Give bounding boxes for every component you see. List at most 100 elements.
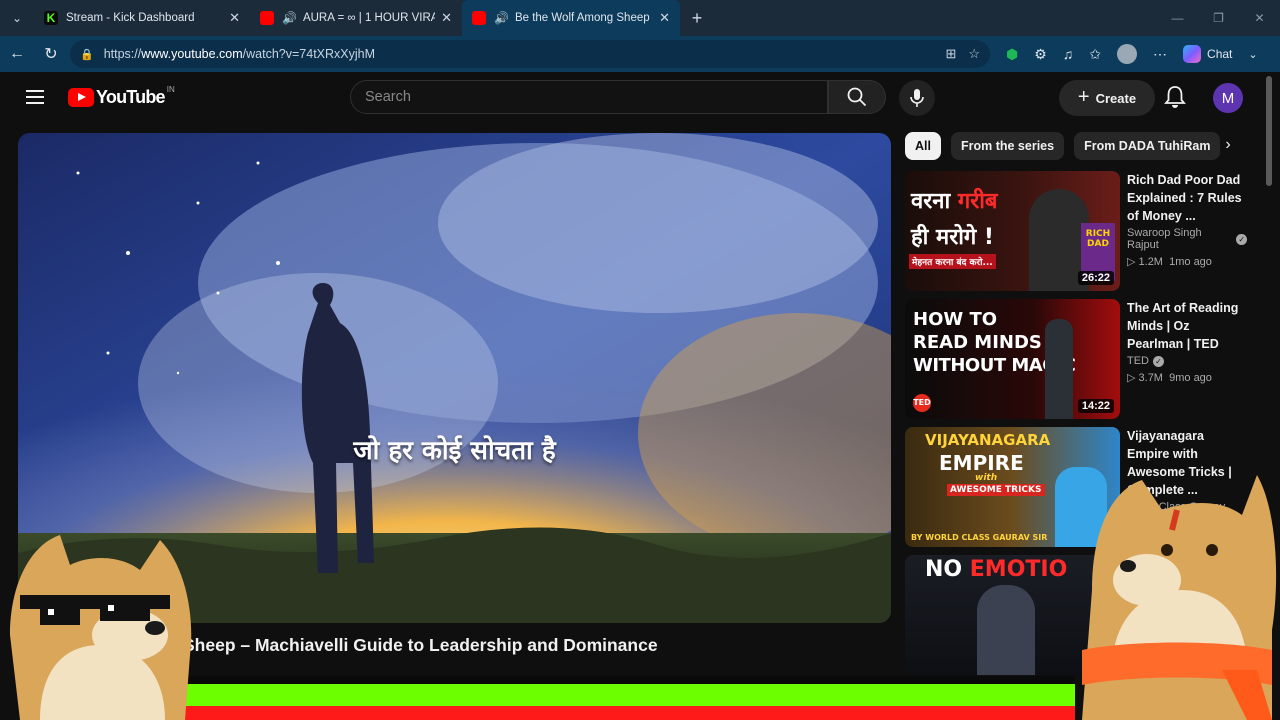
- chip-from-the-series[interactable]: From the series: [950, 132, 1065, 160]
- search-button[interactable]: [828, 80, 886, 114]
- verified-badge-icon: ✓: [1236, 233, 1247, 245]
- url-site: www.youtube.com: [141, 47, 243, 61]
- thumbnail-text: ही मरोगे !: [911, 225, 994, 250]
- thumbnail-text: NO EMOTIO: [925, 557, 1067, 582]
- video-thumbnail[interactable]: वरना गरीब ही मरोगे ! मेहनत करना बंद करो.…: [905, 171, 1120, 291]
- upload-age: 9mo ago: [1169, 372, 1212, 384]
- tab-close-icon[interactable]: ✕: [653, 10, 670, 26]
- window-controls: — ❐ ✕: [1157, 0, 1280, 36]
- thumbnail-text: EMPIRE: [939, 451, 1024, 475]
- related-video-title[interactable]: Rich Dad Poor Dad Explained : 7 Rules of…: [1127, 171, 1247, 225]
- ted-badge: TED: [913, 394, 931, 412]
- lock-icon[interactable]: 🔒: [80, 48, 94, 61]
- notifications-bell-icon[interactable]: [1164, 85, 1186, 114]
- favorites-icon[interactable]: ✩: [1089, 46, 1101, 63]
- minimize-icon[interactable]: —: [1157, 0, 1198, 36]
- verified-badge-icon: ✓: [1153, 355, 1164, 367]
- youtube-favicon-icon: [472, 11, 486, 25]
- thumbnail-text: HOW TO: [913, 309, 998, 330]
- browser-tab-aura[interactable]: 🔊 AURA = ∞ | 1 HOUR VIRAL A ✕: [250, 0, 462, 36]
- related-video[interactable]: HOW TO READ MINDS WITHOUT MAGIC TED 14:2…: [905, 299, 1245, 419]
- chevron-down-icon[interactable]: ⌄: [1248, 48, 1257, 61]
- search-icon: [847, 87, 867, 107]
- thumbnail-text-line: वरना: [911, 189, 958, 214]
- chip-all[interactable]: All: [905, 132, 941, 160]
- chip-from-dada-tuhiram[interactable]: From DADA TuhiRam: [1074, 132, 1221, 160]
- thumbnail-text-highlight: गरीब: [957, 189, 998, 214]
- youtube-play-icon: [68, 88, 94, 107]
- video-thumbnail[interactable]: HOW TO READ MINDS WITHOUT MAGIC TED 14:2…: [905, 299, 1120, 419]
- copilot-chat-button[interactable]: Chat: [1183, 45, 1232, 63]
- copilot-icon: [1183, 45, 1202, 63]
- speaker-icon[interactable]: 🔊: [494, 11, 509, 25]
- browser-tab-bar: ⌄ K Stream - Kick Dashboard ✕ 🔊 AURA = ∞…: [0, 0, 1280, 36]
- url-path: /watch?v=74tXRxXyjhM: [242, 47, 376, 61]
- thumbnail-text: with: [975, 473, 998, 483]
- thumbnail-text: VIJAYANAGARA: [925, 431, 1051, 449]
- menu-icon[interactable]: [26, 90, 44, 108]
- search-input[interactable]: [351, 81, 827, 113]
- thumbnail-text: मेहनत करना बंद करो...: [909, 254, 996, 269]
- channel-name[interactable]: TED: [1127, 355, 1149, 367]
- create-button[interactable]: + Create: [1059, 80, 1155, 116]
- view-count: 3.7M: [1138, 372, 1163, 384]
- overlay-red-stripe: [182, 706, 1075, 720]
- country-code: IN: [166, 85, 175, 94]
- video-meta: ▷ 1.2M 1mo ago: [1127, 256, 1212, 268]
- youtube-logo[interactable]: YouTube IN: [68, 85, 175, 108]
- back-button[interactable]: ←: [0, 45, 34, 63]
- page-scrollbar[interactable]: [1266, 76, 1272, 186]
- tab-title: Stream - Kick Dashboard: [66, 12, 195, 24]
- url-prefix: https://: [103, 47, 142, 61]
- microphone-icon: [910, 89, 924, 107]
- plus-icon: +: [1077, 85, 1090, 108]
- video-duration: 14:22: [1077, 399, 1114, 413]
- profile-icon[interactable]: [1117, 44, 1138, 64]
- thumbnail-text: वरना गरीब: [911, 185, 997, 215]
- related-video[interactable]: वरना गरीब ही मरोगे ! मेहनत करना बंद करो.…: [905, 171, 1247, 291]
- kick-favicon-icon: K: [44, 11, 58, 25]
- youtube-favicon-icon: [260, 11, 274, 25]
- search-box: [350, 80, 828, 114]
- avatar[interactable]: M: [1213, 83, 1243, 113]
- address-bar[interactable]: 🔒 https://www.youtube.com/watch?v=74tXRx…: [70, 40, 990, 68]
- close-window-icon[interactable]: ✕: [1239, 0, 1280, 36]
- video-duration: 26:22: [1077, 271, 1114, 285]
- create-label: Create: [1095, 90, 1137, 106]
- doge-scarf-sticker: [1082, 475, 1277, 720]
- video-subtitle: जो हर कोई सोचता है: [353, 436, 556, 466]
- extensions-icon[interactable]: ⚙: [1034, 46, 1047, 63]
- thumbnail-text-highlight: EMOTIO: [969, 557, 1068, 582]
- tab-close-icon[interactable]: ✕: [223, 10, 240, 26]
- favorite-star-icon[interactable]: ☆: [968, 46, 980, 62]
- overlay-green-stripe: [182, 684, 1075, 706]
- video-meta: ▷ 3.7M 9mo ago: [1127, 372, 1212, 384]
- upload-age: 1mo ago: [1169, 256, 1212, 268]
- browser-tab-wolf[interactable]: 🔊 Be the Wolf Among Sheep – M ✕: [462, 0, 680, 36]
- youtube-wordmark: YouTube: [96, 87, 166, 107]
- refresh-button[interactable]: ↻: [34, 44, 68, 64]
- media-control-icon[interactable]: ♫: [1063, 46, 1074, 62]
- speaker-figure: [1045, 319, 1073, 419]
- maximize-icon[interactable]: ❐: [1198, 0, 1239, 36]
- chevron-right-icon[interactable]: ›: [1217, 136, 1239, 158]
- more-options-icon[interactable]: ⋯: [1153, 46, 1167, 63]
- tab-actions-menu[interactable]: ⌄: [0, 0, 34, 36]
- browser-toolbar: ← ↻ 🔒 https://www.youtube.com/watch?v=74…: [0, 36, 1280, 72]
- tab-title: Be the Wolf Among Sheep – M: [514, 12, 653, 24]
- youtube-header: YouTube IN + Create M: [4, 72, 1276, 124]
- related-filter-chips: All From the series From DADA TuhiRam: [905, 132, 1235, 162]
- browser-tab-kick[interactable]: K Stream - Kick Dashboard ✕: [34, 0, 250, 36]
- chat-label: Chat: [1207, 47, 1233, 61]
- new-tab-button[interactable]: +: [680, 8, 714, 29]
- tab-close-icon[interactable]: ✕: [435, 10, 452, 26]
- channel-name[interactable]: Swaroop Singh Rajput: [1127, 227, 1232, 251]
- extension-shield-icon[interactable]: ⬢: [1006, 46, 1018, 63]
- related-video-title[interactable]: The Art of Reading Minds | Oz Pearlman |…: [1127, 299, 1247, 353]
- speaker-icon[interactable]: 🔊: [282, 11, 297, 25]
- app-available-icon[interactable]: ⊞: [945, 46, 956, 62]
- thumbnail-text: READ MINDS: [913, 332, 1042, 353]
- overlay-band: [182, 676, 1075, 684]
- thumbnail-text-line: NO: [925, 557, 970, 582]
- voice-search-button[interactable]: [899, 80, 935, 116]
